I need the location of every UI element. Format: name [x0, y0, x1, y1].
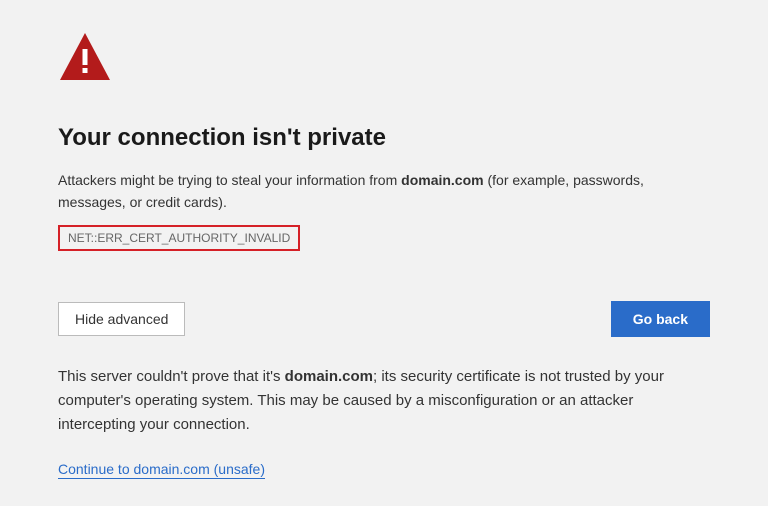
page-title: Your connection isn't private — [58, 124, 710, 152]
proceed-unsafe-link[interactable]: Continue to domain.com (unsafe) — [58, 461, 265, 479]
go-back-button[interactable]: Go back — [611, 301, 710, 337]
error-code: NET::ERR_CERT_AUTHORITY_INVALID — [58, 225, 300, 251]
warning-description: Attackers might be trying to steal your … — [58, 170, 710, 213]
warning-icon — [58, 30, 710, 89]
description-text-before: Attackers might be trying to steal your … — [58, 172, 401, 188]
button-row: Hide advanced Go back — [58, 301, 710, 337]
advanced-domain-name: domain.com — [285, 368, 373, 385]
domain-name: domain.com — [401, 172, 483, 188]
hide-advanced-button[interactable]: Hide advanced — [58, 302, 185, 336]
advanced-text-before: This server couldn't prove that it's — [58, 368, 285, 385]
advanced-explanation: This server couldn't prove that it's dom… — [58, 365, 710, 437]
